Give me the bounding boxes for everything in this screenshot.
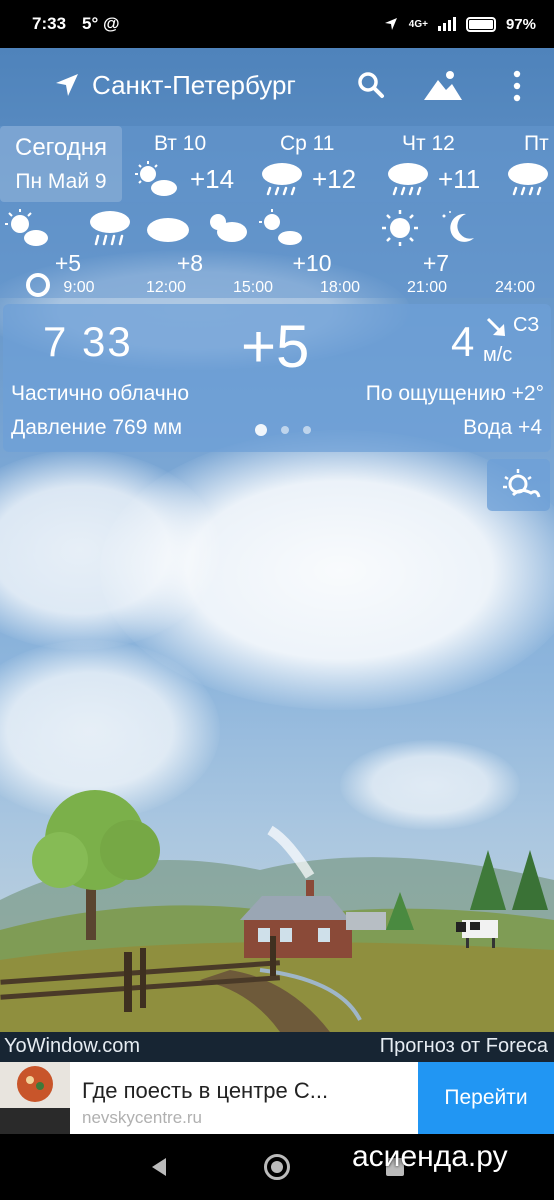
day-item[interactable]: Чт 12 +11 xyxy=(386,126,506,202)
hour-label: 12:00 xyxy=(145,279,187,296)
day-item[interactable]: Вт 10 +14 xyxy=(134,126,254,202)
wind-direction: СЗ xyxy=(513,314,540,336)
today-label: Сегодня xyxy=(15,134,107,161)
partly-cloudy-icon xyxy=(210,214,247,242)
day-temp: +11 xyxy=(438,164,481,194)
signal-icon xyxy=(437,17,456,31)
partly-cloudy-icon xyxy=(259,209,302,245)
battery-level: 97% xyxy=(505,15,536,33)
day-name: Чт 12 xyxy=(402,132,455,155)
hour-label: 9:00 xyxy=(63,279,95,296)
battery-icon xyxy=(465,16,496,32)
ad-go-button[interactable]: Перейти xyxy=(418,1062,554,1134)
current-temp: +5 xyxy=(241,313,310,380)
today-date: Пн Май 9 xyxy=(15,170,107,193)
navigation-bar: асиенда.ру xyxy=(0,1134,554,1200)
ad-image xyxy=(0,1062,70,1134)
hour-temp: +5 xyxy=(54,250,82,276)
status-bar: 7:33 5° @ 4G+ 97% xyxy=(0,0,554,48)
ad-banner[interactable]: Где поесть в центре С... nevskycentre.ru… xyxy=(0,1062,554,1134)
app-footer: YoWindow.com Прогноз от Foreca xyxy=(0,1032,554,1062)
status-time: 7:33 xyxy=(32,14,67,33)
hour-label: 15:00 xyxy=(232,279,274,296)
city-name[interactable]: Санкт-Петербург xyxy=(92,70,296,101)
day-item[interactable]: Ср 11 +12 xyxy=(260,126,380,202)
location-status-icon xyxy=(384,18,397,30)
landscape-scene xyxy=(0,790,554,1032)
day-item[interactable]: Пт xyxy=(506,126,554,202)
hour-temp: +7 xyxy=(422,250,450,276)
current-time: 7 33 xyxy=(43,318,133,365)
weather-description: Частично облачно xyxy=(11,382,190,405)
network-label: 4G+ xyxy=(408,18,428,30)
rain-icon xyxy=(508,163,548,196)
day-name: Пт xyxy=(524,132,549,155)
ad-title: Где поесть в центре С... xyxy=(82,1078,329,1103)
hour-label: 18:00 xyxy=(319,279,361,296)
wind-direction-icon xyxy=(486,317,505,336)
weather-animation-button[interactable] xyxy=(487,459,550,511)
cloud-icon xyxy=(147,218,189,242)
hour-label: 24:00 xyxy=(494,279,536,296)
hour-temp: +10 xyxy=(292,250,332,276)
sun-cloud-icon xyxy=(503,469,541,498)
watermark-text: асиенда.ру xyxy=(352,1140,508,1173)
wind-unit: м/с xyxy=(483,344,513,366)
landscape-icon[interactable] xyxy=(422,68,464,102)
rain-icon xyxy=(262,163,302,196)
back-icon[interactable] xyxy=(148,1156,170,1178)
pressure: Давление 769 мм xyxy=(11,416,183,439)
rain-icon xyxy=(90,211,130,246)
day-today[interactable]: Сегодня Пн Май 9 xyxy=(0,126,122,202)
page-dot xyxy=(303,426,311,434)
more-vert-icon[interactable] xyxy=(505,68,529,104)
water-temp: Вода +4 xyxy=(463,416,542,439)
screen: 7:33 5° @ 4G+ 97% Санкт-Петербург Сегодн… xyxy=(0,0,554,1200)
page-dot xyxy=(281,426,289,434)
status-indicators: 5° @ xyxy=(82,14,120,33)
day-temp: +12 xyxy=(312,164,357,194)
location-arrow-icon[interactable] xyxy=(52,70,82,100)
day-name: Вт 10 xyxy=(154,132,207,155)
page-dot xyxy=(255,424,267,436)
day-temp: +14 xyxy=(190,164,235,194)
wind-speed: 4 xyxy=(451,318,475,365)
top-bar: Санкт-Петербург xyxy=(0,48,554,122)
feels-like: По ощущению +2° xyxy=(365,382,544,405)
brand-link[interactable]: YoWindow.com xyxy=(4,1035,140,1058)
sun-icon xyxy=(382,210,418,246)
hour-temp: +8 xyxy=(176,250,204,276)
partly-cloudy-icon xyxy=(5,209,48,246)
current-weather-card[interactable]: 7 33 +5 4 СЗ м/с Частично облачно По ощу… xyxy=(3,304,551,452)
rain-icon xyxy=(388,163,428,196)
page-indicator xyxy=(255,424,311,436)
daily-forecast-strip: Сегодня Пн Май 9 Вт 10 +14 Ср 11 +12 Чт … xyxy=(0,126,554,202)
day-name: Ср 11 xyxy=(280,132,335,155)
moon-icon xyxy=(442,211,474,242)
hour-label: 21:00 xyxy=(406,279,448,296)
search-icon[interactable] xyxy=(356,70,386,100)
home-icon[interactable] xyxy=(264,1154,290,1180)
partly-cloudy-icon xyxy=(135,161,177,196)
forecast-source[interactable]: Прогноз от Foreca xyxy=(380,1035,548,1058)
ad-url: nevskycentre.ru xyxy=(82,1108,202,1127)
hourly-forecast-strip[interactable]: +5 +8 +10 +7 9:00 12:00 15:00 18:00 21:0… xyxy=(0,202,554,298)
